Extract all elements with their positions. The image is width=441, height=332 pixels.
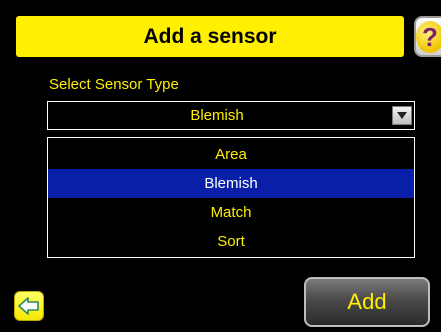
add-button[interactable]: Add xyxy=(304,277,430,327)
sensor-type-label: Select Sensor Type xyxy=(49,76,179,93)
option-blemish[interactable]: Blemish xyxy=(48,169,414,198)
chevron-down-icon[interactable] xyxy=(392,106,412,125)
title-bar: Add a sensor xyxy=(16,16,404,57)
sensor-type-option-list: Area Blemish Match Sort xyxy=(47,137,415,258)
back-arrow-icon xyxy=(18,297,39,315)
sensor-type-selected-value: Blemish xyxy=(190,107,244,124)
help-button[interactable]: ? xyxy=(414,16,441,57)
sensor-type-select[interactable]: Blemish xyxy=(47,101,415,130)
option-match[interactable]: Match xyxy=(48,198,414,227)
back-button[interactable] xyxy=(14,291,44,321)
add-button-label: Add xyxy=(347,289,387,314)
option-area[interactable]: Area xyxy=(48,140,414,169)
option-sort[interactable]: Sort xyxy=(48,227,414,256)
page-title: Add a sensor xyxy=(143,24,277,48)
question-mark-icon: ? xyxy=(416,20,441,53)
